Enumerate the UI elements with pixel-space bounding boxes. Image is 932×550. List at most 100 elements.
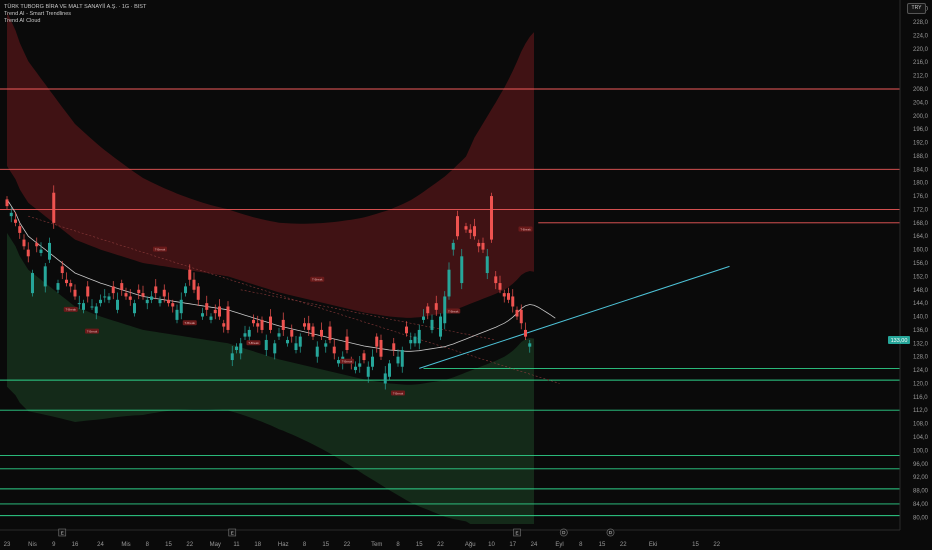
candle-body [320,329,323,337]
candle-body [39,249,43,253]
candle-body [473,226,476,237]
x-tick-label: 24 [531,542,538,548]
candle-body [235,346,238,350]
x-tick-label: 10 [488,542,495,548]
x-tick-label: 17 [509,542,516,548]
y-tick-label: 80,00 [913,515,929,521]
annotation-text: T-Break [184,321,195,325]
candle-body [107,296,111,300]
current-price-label: 133,00 [891,338,908,344]
candle-body [196,286,200,300]
candle-body [120,283,124,290]
x-tick-label: 22 [186,542,193,548]
candle-body [145,299,149,304]
candle-body [434,303,438,310]
break-annotation: T-Break [63,306,78,312]
candle-body [94,306,98,314]
candle-body [413,336,417,344]
y-tick-label: 156,0 [913,261,929,267]
candle-body [298,336,302,347]
candle-body [56,283,60,290]
candle-body [35,242,39,247]
candle-body [201,313,204,317]
candle-body [192,279,196,290]
x-tick-label: 15 [165,542,172,548]
symbol-title: TÜRK TUBORG BİRA VE MALT SANAYİİ A.Ş. · … [4,4,147,10]
candle-body [286,339,289,344]
candle-body [396,356,400,364]
candle-body [218,306,221,317]
annotation-text: T-Break [87,329,98,333]
candle-body [362,353,366,361]
candle-body [400,350,404,367]
y-tick-label: 172,0 [913,207,929,213]
annotation-text: T-Break [448,309,459,313]
candle-body [290,329,294,337]
x-tick-label: Haz [278,542,289,548]
y-tick-label: 180,0 [913,181,929,187]
x-tick-label: 11 [233,542,240,548]
x-tick-label: 23 [4,542,11,548]
y-tick-label: 120,0 [913,381,929,387]
candle-body [422,316,425,320]
y-tick-label: 108,0 [913,422,929,428]
y-tick-label: 184,0 [913,167,929,173]
candle-body [86,286,90,297]
candle-body [167,299,170,304]
x-tick-label: 15 [599,542,606,548]
candle-body [354,366,357,371]
y-tick-label: 84,00 [913,502,929,508]
x-tick-label: 18 [254,542,261,548]
y-tick-label: 208,0 [913,87,929,93]
candle-body [154,286,158,294]
candle-body [515,309,519,317]
candle-body [128,296,132,300]
y-tick-label: 128,0 [913,355,929,361]
y-tick-label: 148,0 [913,288,929,294]
candle-body [485,256,489,274]
candle-body [430,319,434,330]
candle-body [303,323,306,327]
y-tick-label: 124,0 [913,368,929,374]
candle-body [65,279,68,284]
y-tick-label: 132,0 [913,341,929,347]
x-tick-label: 22 [437,542,444,548]
candle-body [528,343,532,347]
y-tick-label: 88,00 [913,489,929,495]
candle-body [498,283,502,290]
candle-body [507,293,510,300]
x-tick-label: 15 [416,542,423,548]
candlestick-chart: T-Break T-Break T-Break T-Break T-Break T-Bre… [0,0,932,550]
y-tick-label: 212,0 [913,74,929,80]
candle-body [388,363,391,377]
break-annotation: T-Break [182,320,197,326]
x-tick-label: 22 [344,542,351,548]
y-tick-label: 224,0 [913,33,929,39]
indicator-smart-trendlines: Trend AI - Smart Trendlines [4,11,72,17]
candle-body [247,329,251,337]
candle-body [124,293,128,297]
earnings-marker-label: E [231,531,234,536]
annotation-text: T-Break [312,278,323,282]
candle-body [439,316,442,337]
candle-body [324,343,328,347]
currency-badge[interactable]: TRY [907,3,926,14]
candle-body [73,289,77,297]
candle-body [332,346,336,354]
candle-body [43,266,47,287]
annotation-text: T-Break [248,341,259,345]
break-annotation: T-Break [391,390,405,396]
y-tick-label: 140,0 [913,315,929,321]
x-tick-label: Mis [121,542,130,548]
candle-body [150,296,153,300]
candle-body [269,316,272,330]
candle-body [222,323,226,327]
break-annotation: T-Break [310,276,325,282]
y-tick-label: 116,0 [913,395,928,401]
candle-body [502,293,506,297]
candle-body [179,299,183,314]
candle-body [60,266,64,274]
y-tick-label: 136,0 [913,328,929,334]
candle-body [451,242,455,250]
candle-body [243,333,247,337]
